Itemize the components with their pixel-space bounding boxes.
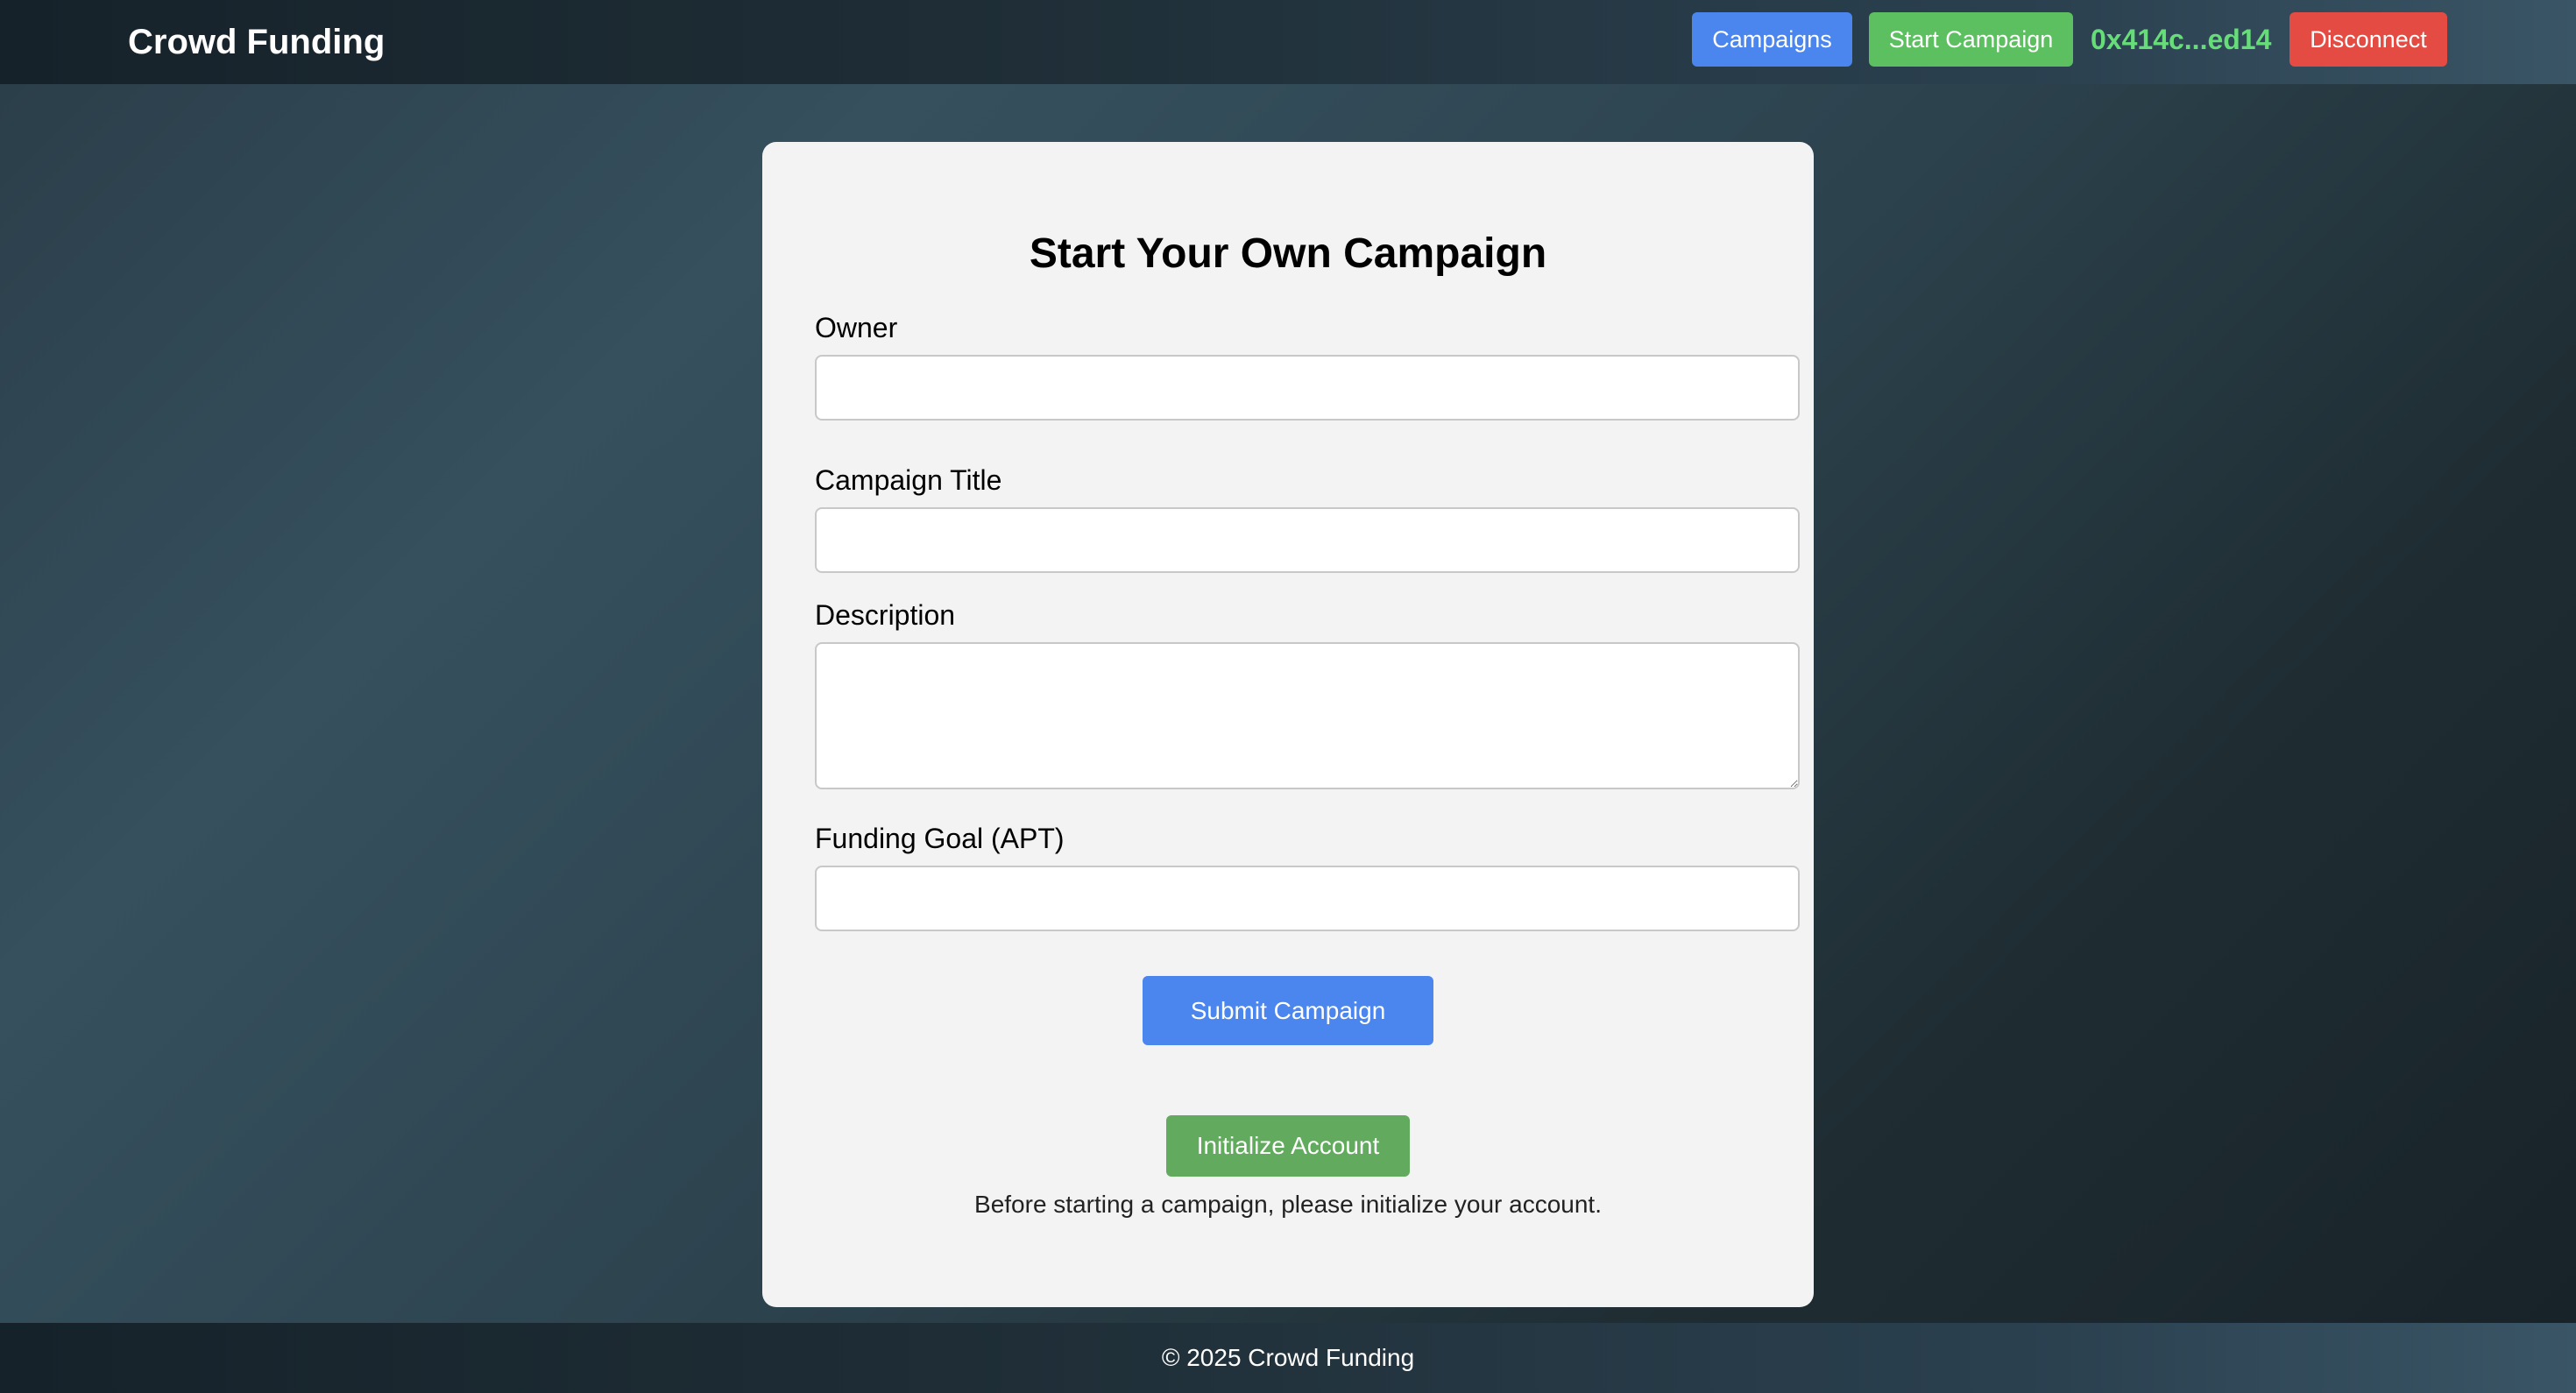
campaign-title-label: Campaign Title [815,464,1002,496]
footer-copyright: © 2025 Crowd Funding [1161,1344,1415,1371]
brand-title[interactable]: Crowd Funding [128,16,385,68]
wallet-address: 0x414c...ed14 [2091,24,2272,55]
page-footer: © 2025 Crowd Funding [0,1323,2576,1393]
start-campaign-button[interactable]: Start Campaign [1869,12,2073,67]
form-title: Start Your Own Campaign [1029,230,1547,277]
initialize-account-button[interactable]: Initialize Account [1166,1115,1410,1177]
owner-input[interactable] [815,355,1800,421]
top-navbar: Crowd Funding Campaigns Start Campaign 0… [0,0,2576,84]
owner-label: Owner [815,312,898,343]
initialize-hint-text: Before starting a campaign, please initi… [974,1191,1602,1218]
campaign-title-input[interactable] [815,507,1800,573]
description-label: Description [815,599,956,631]
description-textarea[interactable] [815,642,1800,789]
disconnect-button[interactable]: Disconnect [2289,12,2447,67]
funding-goal-input[interactable] [815,866,1800,931]
submit-campaign-button[interactable]: Submit Campaign [1143,976,1433,1045]
campaigns-button[interactable]: Campaigns [1692,12,1852,67]
funding-goal-label: Funding Goal (APT) [815,823,1065,854]
